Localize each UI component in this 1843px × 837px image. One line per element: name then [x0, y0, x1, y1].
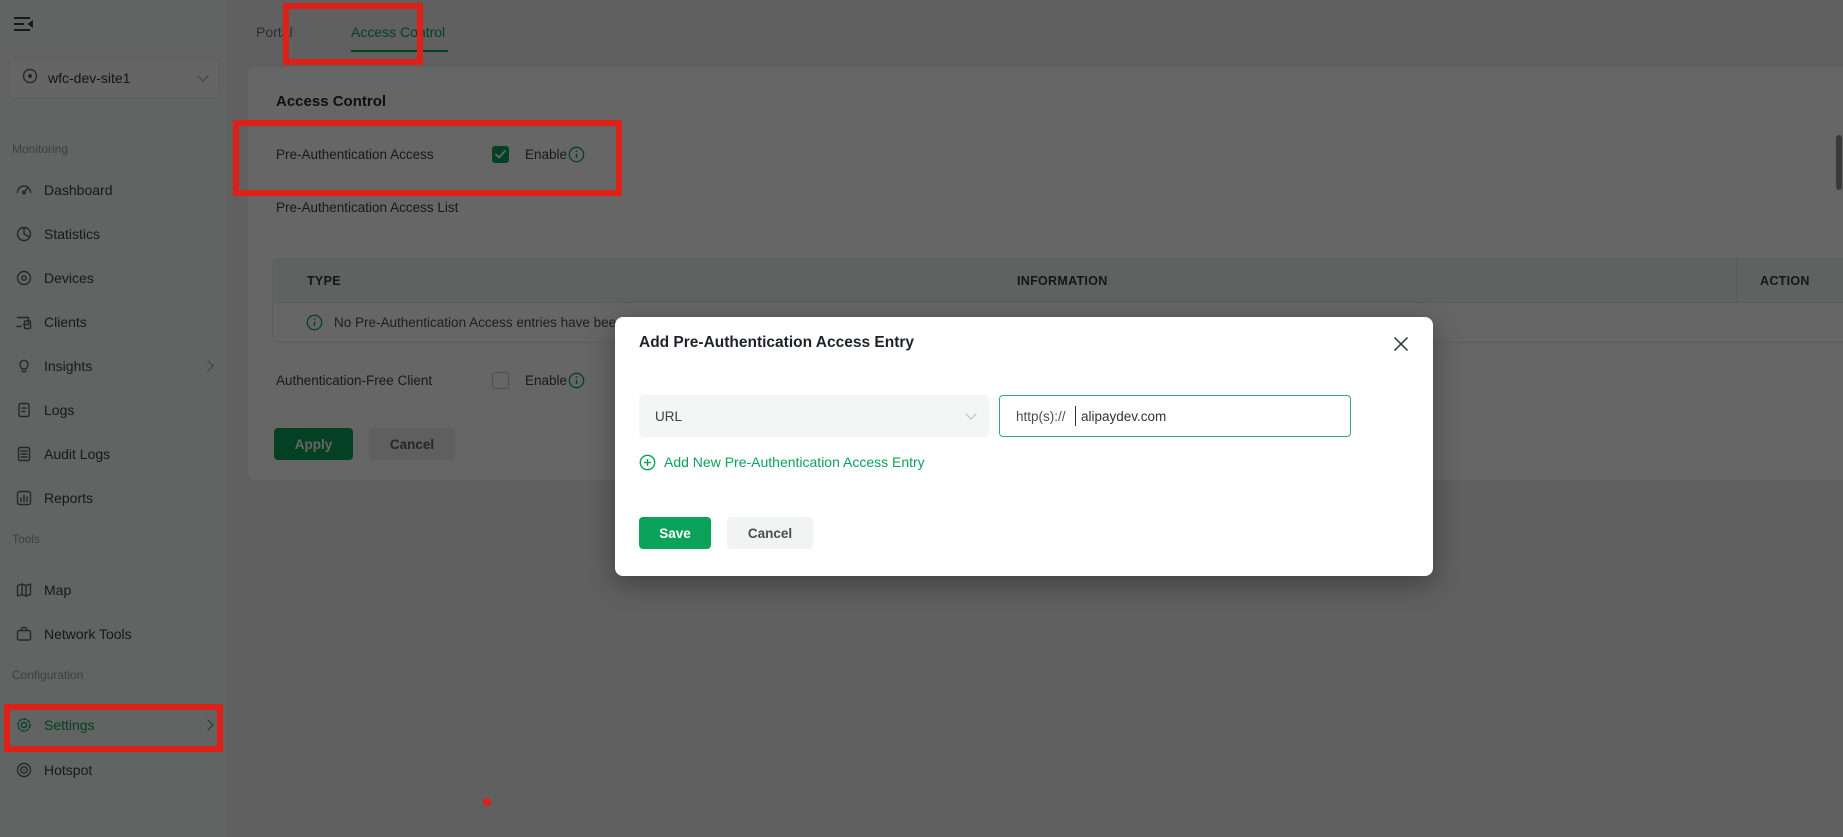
url-input-value[interactable]: alipaydev.com: [1081, 409, 1166, 424]
add-new-entry-link[interactable]: Add New Pre-Authentication Access Entry: [639, 451, 925, 473]
dialog-title: Add Pre-Authentication Access Entry: [639, 334, 915, 351]
entry-type-value: URL: [655, 408, 683, 424]
url-input-group[interactable]: http(s):// alipaydev.com: [999, 395, 1351, 437]
annotation-red-dot: [483, 798, 491, 806]
save-button[interactable]: Save: [639, 517, 711, 549]
modal-cancel-button[interactable]: Cancel: [727, 517, 813, 549]
close-icon[interactable]: [1387, 330, 1415, 358]
entry-type-select[interactable]: URL: [639, 395, 989, 437]
text-caret: [1074, 406, 1077, 426]
url-prefix: http(s)://: [1016, 408, 1066, 424]
chevron-down-icon: [965, 408, 977, 420]
plus-circle-icon: [639, 454, 656, 471]
add-new-entry-label: Add New Pre-Authentication Access Entry: [664, 454, 925, 470]
add-pre-auth-entry-dialog: Add Pre-Authentication Access Entry URL …: [615, 317, 1433, 576]
